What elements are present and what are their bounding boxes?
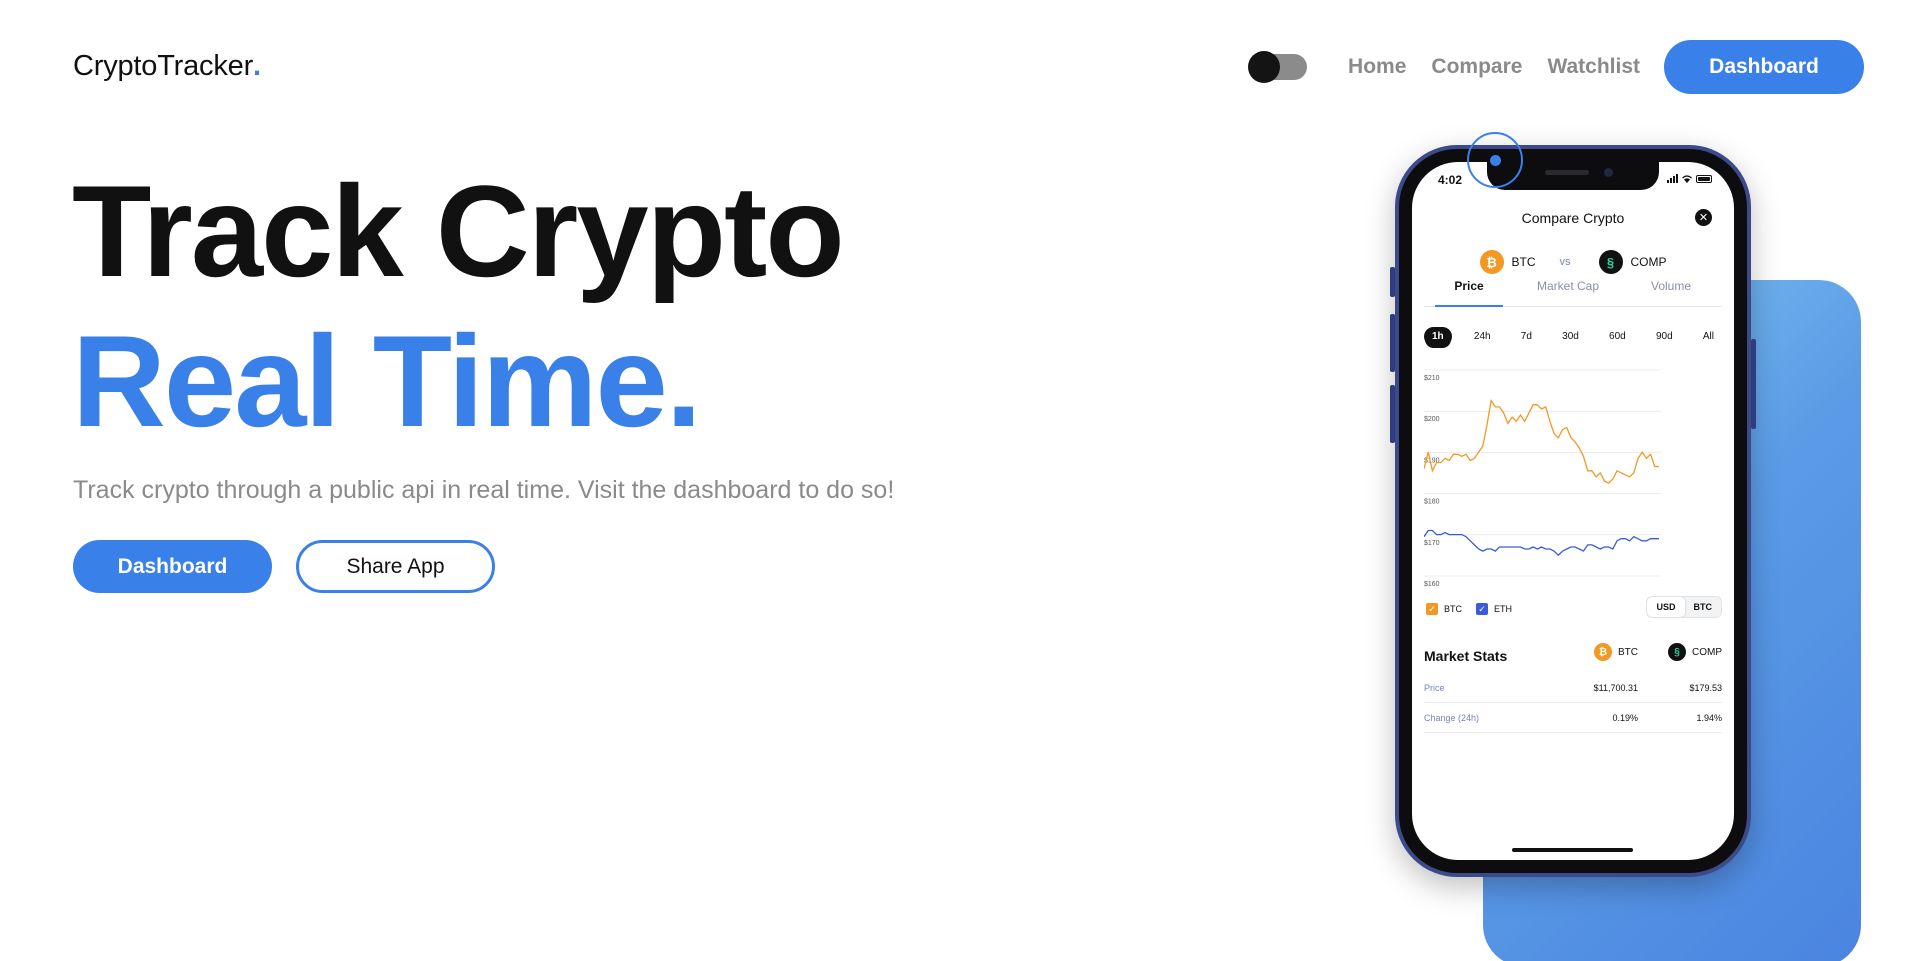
pair-vs: vs	[1559, 256, 1571, 268]
stat-btc-value: $11,700.31	[1593, 682, 1638, 693]
tab-price[interactable]: Price	[1435, 279, 1503, 307]
currency-usd[interactable]: USD	[1647, 597, 1685, 617]
phone-volume-up	[1390, 314, 1395, 372]
range-24h[interactable]: 24h	[1466, 327, 1499, 346]
series-line-btc	[1424, 398, 1659, 484]
range-7d[interactable]: 7d	[1513, 327, 1540, 346]
market-stats-coins: ₿ BTC § COMP	[1594, 643, 1722, 661]
y-tick-label: $210	[1424, 375, 1440, 382]
hero-title-line2: Real Time.	[72, 308, 702, 454]
battery-icon	[1696, 174, 1712, 183]
pair-left-label[interactable]: BTC	[1512, 255, 1536, 269]
stat-label: Price	[1424, 682, 1445, 693]
checkbox-eth[interactable]: ✓	[1476, 603, 1488, 615]
hero-subtitle: Track crypto through a public api in rea…	[73, 476, 895, 504]
phone-power-button	[1751, 339, 1756, 429]
metric-tabs: Price Market Cap Volume	[1424, 279, 1722, 307]
chart-legend: ✓ BTC ✓ ETH	[1426, 603, 1526, 615]
wifi-icon	[1682, 174, 1692, 183]
brand-dot: .	[253, 50, 261, 82]
coin-pair: ₿ BTC vs § COMP	[1412, 250, 1734, 274]
bitcoin-icon: ₿	[1594, 643, 1612, 661]
stat-comp-value: $179.53	[1689, 682, 1722, 693]
legend-btc-label: BTC	[1444, 604, 1462, 614]
hero-dashboard-button[interactable]: Dashboard	[73, 540, 272, 593]
phone-mockup: 4:02 Compare Crypto ✕ ₿ BTC vs § COMP Pr…	[1390, 145, 1756, 877]
phone-screen: 4:02 Compare Crypto ✕ ₿ BTC vs § COMP Pr…	[1412, 162, 1734, 860]
pair-right-label[interactable]: COMP	[1631, 255, 1667, 269]
checkbox-btc[interactable]: ✓	[1426, 603, 1438, 615]
status-icons	[1667, 174, 1712, 183]
compound-icon: §	[1668, 643, 1686, 661]
compound-icon: §	[1598, 250, 1623, 274]
nav-dashboard-button[interactable]: Dashboard	[1664, 40, 1864, 94]
range-all[interactable]: All	[1695, 327, 1722, 346]
market-stats-title: Market Stats	[1424, 648, 1508, 664]
share-app-button[interactable]: Share App	[296, 540, 495, 593]
stat-btc-value: 0.19%	[1612, 712, 1638, 723]
brand-name: CryptoTracker	[73, 50, 254, 82]
tab-volume[interactable]: Volume	[1636, 279, 1706, 306]
nav-link-compare[interactable]: Compare	[1431, 55, 1522, 79]
theme-toggle[interactable]	[1248, 51, 1308, 83]
y-tick-label: $170	[1424, 540, 1440, 547]
stats-coin-btc: BTC	[1618, 646, 1638, 658]
series-line-eth	[1424, 529, 1659, 557]
bitcoin-icon: ₿	[1479, 250, 1504, 274]
stat-comp-value: 1.94%	[1696, 712, 1722, 723]
table-row: Change (24h) 0.19% 1.94%	[1424, 703, 1722, 733]
brand-logo[interactable]: CryptoTracker.	[73, 50, 261, 83]
range-90d[interactable]: 90d	[1648, 327, 1681, 346]
y-tick-label: $200	[1424, 416, 1440, 423]
front-camera	[1604, 168, 1613, 177]
hero-actions: Dashboard Share App	[73, 540, 495, 593]
nav-link-watchlist[interactable]: Watchlist	[1547, 55, 1640, 79]
table-row: Price $11,700.31 $179.53	[1424, 673, 1722, 703]
status-time: 4:02	[1438, 173, 1463, 187]
phone-volume-down	[1390, 385, 1395, 443]
click-indicator-dot	[1490, 155, 1501, 166]
y-tick-label: $160	[1424, 581, 1440, 588]
time-range-selector: 1h 24h 7d 30d 60d 90d All	[1424, 327, 1722, 346]
price-chart: $210$200$190$180$170$160	[1424, 369, 1661, 588]
toggle-knob	[1248, 51, 1281, 83]
top-nav: Home Compare Watchlist Dashboard	[1248, 40, 1864, 94]
currency-btc[interactable]: BTC	[1685, 597, 1722, 617]
phone-mute-switch	[1390, 267, 1395, 297]
legend-eth-label: ETH	[1494, 604, 1512, 614]
tab-market-cap[interactable]: Market Cap	[1520, 279, 1616, 306]
range-60d[interactable]: 60d	[1601, 327, 1634, 346]
stats-coin-comp: COMP	[1692, 646, 1722, 658]
home-indicator[interactable]	[1512, 848, 1633, 852]
range-1h[interactable]: 1h	[1424, 327, 1452, 346]
signal-icon	[1667, 174, 1678, 183]
stat-label: Change (24h)	[1424, 712, 1480, 723]
speaker-grill	[1545, 170, 1589, 175]
currency-toggle: USD BTC	[1646, 596, 1722, 618]
close-icon[interactable]: ✕	[1695, 209, 1712, 226]
nav-link-home[interactable]: Home	[1348, 55, 1406, 79]
range-30d[interactable]: 30d	[1554, 327, 1587, 346]
screen-title: Compare Crypto	[1521, 210, 1625, 226]
y-tick-label: $180	[1424, 499, 1440, 506]
hero-title-line1: Track Crypto	[72, 158, 845, 304]
